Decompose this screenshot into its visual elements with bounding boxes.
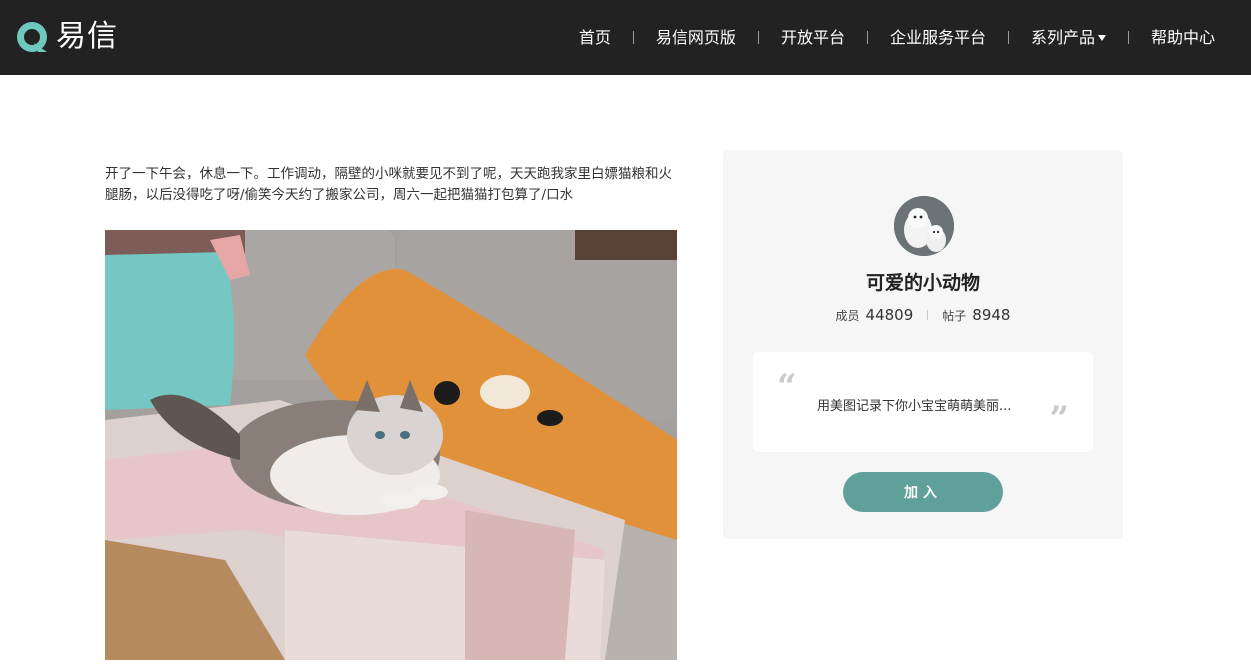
group-stats: 成员 44809 帖子 8948	[723, 306, 1123, 324]
nav-products-dropdown[interactable]: 系列产品	[1031, 28, 1106, 48]
stats-divider	[927, 310, 929, 320]
posts-label: 帖子	[942, 308, 967, 323]
top-navigation-bar: 易信 首页 易信网页版 开放平台 企业服务平台 系列产品 帮助中心	[0, 0, 1251, 75]
nav-enterprise-platform[interactable]: 企业服务平台	[890, 28, 986, 48]
join-group-button[interactable]: 加入	[843, 472, 1003, 512]
main-nav: 首页 易信网页版 开放平台 企业服务平台 系列产品 帮助中心	[579, 0, 1215, 75]
open-quote-icon: “	[777, 367, 797, 407]
nav-divider	[757, 31, 759, 44]
group-card: 可爱的小动物 成员 44809 帖子 8948 “ 用美图记录下你小宝宝萌萌美丽…	[723, 150, 1123, 539]
nav-open-platform[interactable]: 开放平台	[781, 28, 845, 48]
samoyed-avatar-image	[894, 196, 954, 256]
posts-count: 8948	[972, 306, 1011, 324]
caret-down-icon	[1097, 34, 1106, 41]
site-logo[interactable]: 易信	[14, 17, 118, 57]
group-avatar[interactable]	[894, 196, 954, 256]
members-count: 44809	[865, 306, 914, 324]
nav-divider	[1127, 31, 1129, 44]
nav-home[interactable]: 首页	[579, 28, 611, 48]
logo-text: 易信	[56, 19, 118, 54]
close-quote-icon: ”	[1049, 399, 1069, 439]
post-text: 开了一下午会，休息一下。工作调动，隔壁的小咪就要见不到了呢，天天跑我家里白嫖猫粮…	[105, 166, 672, 203]
yixin-logo-icon	[17, 22, 47, 52]
post-image-cat-on-sofa[interactable]	[105, 230, 677, 660]
cat-photo-illustration	[105, 230, 677, 660]
group-name: 可爱的小动物	[865, 272, 980, 294]
nav-divider	[866, 31, 868, 44]
nav-products-label: 系列产品	[1030, 27, 1095, 47]
nav-divider	[632, 31, 634, 44]
nav-help-center[interactable]: 帮助中心	[1151, 28, 1215, 48]
group-description-box: “ 用美图记录下你小宝宝萌萌美丽... ”	[753, 352, 1093, 452]
group-description: 用美图记录下你小宝宝萌萌美丽...	[817, 399, 1012, 414]
nav-divider	[1007, 31, 1009, 44]
members-label: 成员	[835, 308, 860, 323]
nav-web-version[interactable]: 易信网页版	[656, 28, 736, 48]
